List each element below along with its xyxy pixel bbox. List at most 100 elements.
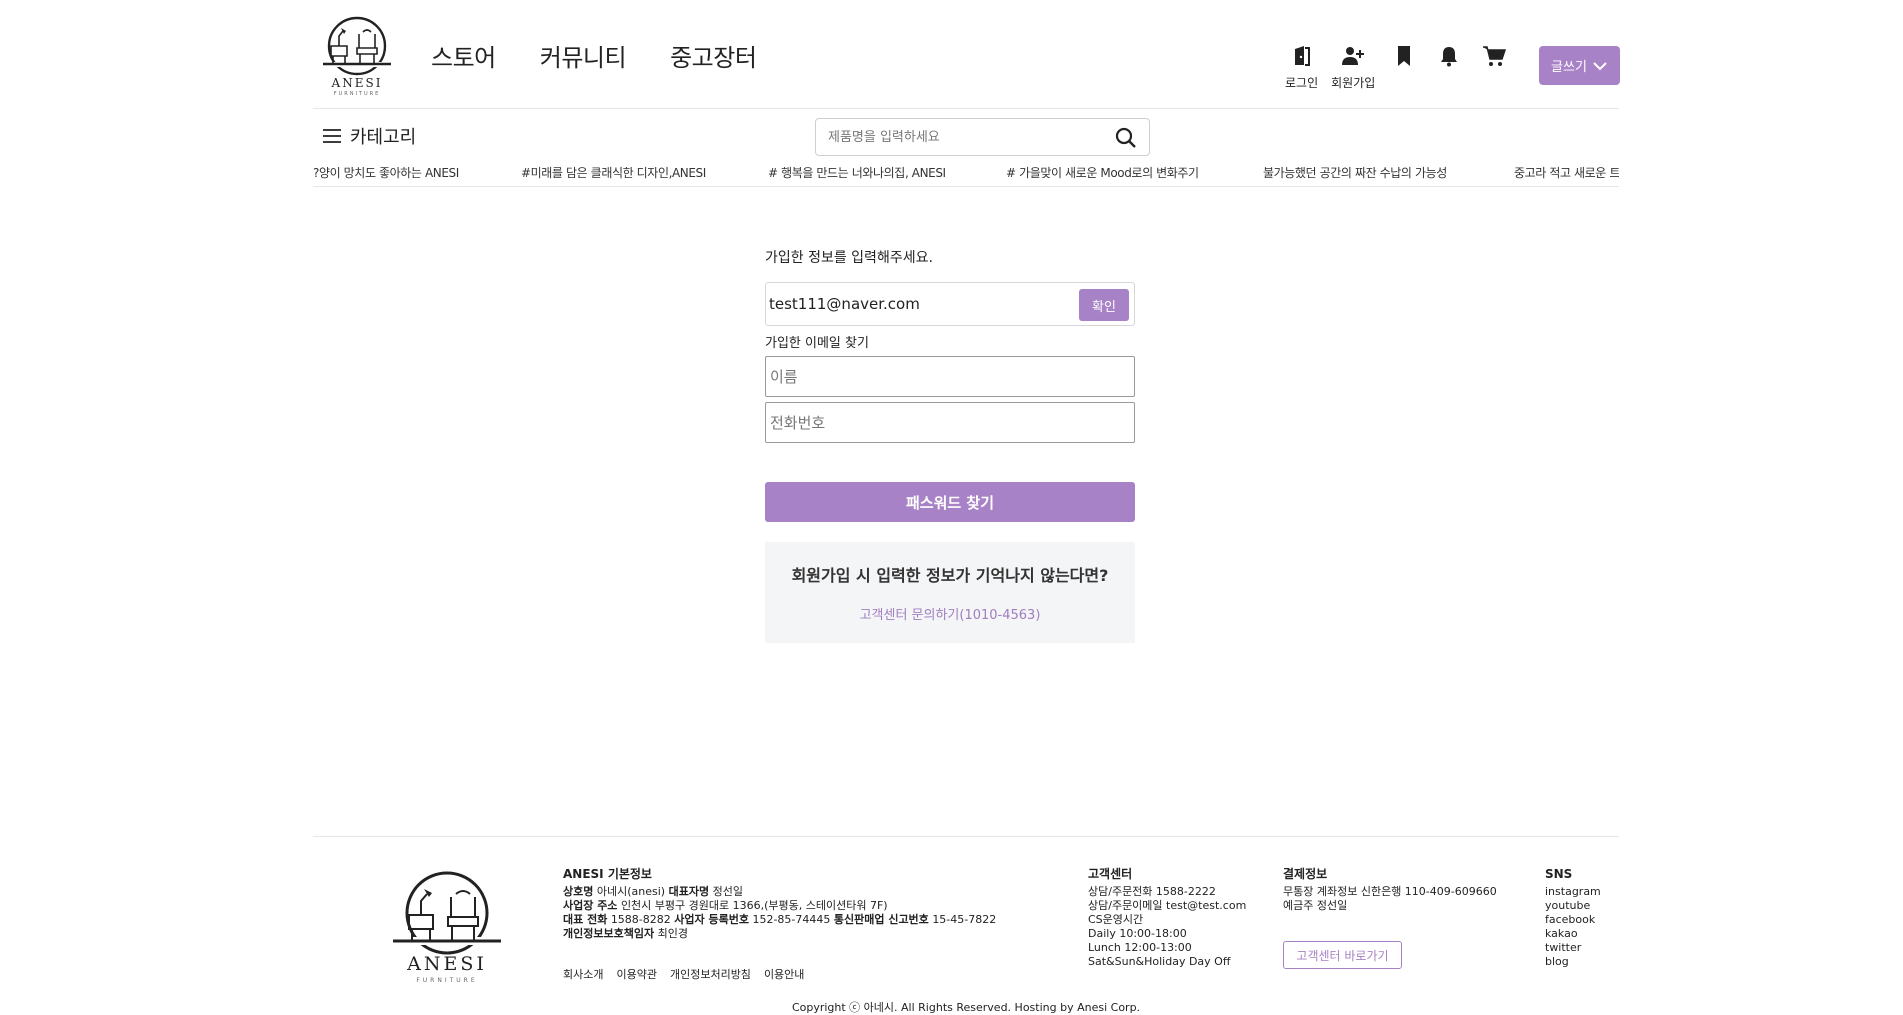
sns-link-youtube[interactable]: youtube xyxy=(1545,899,1601,913)
site-footer: ANESI FURNITURE ANESI 기본정보 상호명 아네시(anesi… xyxy=(313,836,1619,1015)
anesi-logo-icon xyxy=(323,16,391,76)
logo-sub-text: FURNITURE xyxy=(333,91,381,97)
footer-basic-info: ANESI 기본정보 상호명 아네시(anesi) 대표자명 정선일 사업장 주… xyxy=(563,867,996,941)
sns-title: SNS xyxy=(1545,867,1573,881)
main-nav: 스토어 커뮤니티 중고장터 xyxy=(431,38,800,73)
find-email-title: 가입한 이메일 찾기 xyxy=(765,336,869,351)
cs-title: 고객센터 xyxy=(1088,867,1133,881)
cs-line: 상담/주문이메일 test@test.com xyxy=(1088,899,1247,912)
copyright-text: Copyright ⓒ 아네시. All Rights Reserved. Ho… xyxy=(791,1001,1141,1014)
header-utilities: 로그인 회원가입 xyxy=(1285,44,1523,91)
sns-link-blog[interactable]: blog xyxy=(1545,955,1601,969)
chevron-down-icon xyxy=(1593,61,1607,70)
ticker-item[interactable]: #미래를 담은 클래식한 디자인,ANESI xyxy=(521,164,706,181)
sub-header: 카테고리 ?양이 망치도 좋아하는 ANESI #미래를 담은 클래식한 디자인… xyxy=(313,109,1619,187)
footer-link-about[interactable]: 회사소개 xyxy=(563,966,603,982)
ticker-item[interactable]: # 가을맞이 새로운 Mood로의 변화주기 xyxy=(1006,164,1199,181)
ticker-item[interactable]: 중고라 적고 새로운 트 xyxy=(1514,164,1619,181)
footer-links: 회사소개 이용약관 개인정보처리방침 이용안내 xyxy=(563,966,817,982)
signup-link[interactable]: 회원가입 xyxy=(1331,44,1375,91)
user-plus-icon xyxy=(1342,47,1365,65)
sns-link-facebook[interactable]: facebook xyxy=(1545,913,1601,927)
biz-key: 사업자 등록번호 xyxy=(674,913,749,926)
footer-payment-info: 결제정보 무통장 계좌정보 신한은행 110-409-609660 예금주 정선… xyxy=(1283,867,1497,913)
footer-link-terms[interactable]: 이용약관 xyxy=(616,966,656,982)
email-field[interactable] xyxy=(769,289,1069,319)
address-value: 인천시 부평구 경원대로 1366,(부평동, 스테이션타워 7F) xyxy=(620,899,888,912)
form-guide-text: 가입한 정보를 입력해주세요. xyxy=(765,250,933,266)
customer-center-button[interactable]: 고객센터 바로가기 xyxy=(1283,941,1402,969)
cs-line: CS운영시간 xyxy=(1088,913,1144,926)
ceo-key: 대표자명 xyxy=(668,885,710,898)
nav-store[interactable]: 스토어 xyxy=(431,38,496,73)
nav-used-market[interactable]: 중고장터 xyxy=(670,38,757,73)
phone-field[interactable] xyxy=(766,403,1134,442)
bookmark-icon xyxy=(1398,46,1411,66)
find-password-form: 가입한 정보를 입력해주세요. 확인 가입한 이메일 찾기 패스워드 찾기 회원… xyxy=(765,247,1135,643)
payment-line: 무통장 계좌정보 신한은행 110-409-609660 xyxy=(1283,885,1497,898)
ticker-item[interactable]: 불가능했던 공간의 짜잔 수납의 가능성 xyxy=(1263,164,1447,181)
category-label: 카테고리 xyxy=(350,127,417,148)
logo-brand-text: ANESI xyxy=(331,76,383,90)
sns-link-instagram[interactable]: instagram xyxy=(1545,885,1601,899)
sns-link-twitter[interactable]: twitter xyxy=(1545,941,1601,955)
basic-info-line: 사업장 주소 인천시 부평구 경원대로 1366,(부평동, 스테이션타워 7F… xyxy=(563,899,996,913)
ticker-item[interactable]: ?양이 망치도 좋아하는 ANESI xyxy=(313,164,459,181)
site-logo[interactable]: ANESI FURNITURE xyxy=(319,16,395,98)
email-input-group: 확인 xyxy=(765,282,1135,326)
privacy-value: 최인경 xyxy=(657,927,688,940)
door-login-icon xyxy=(1294,46,1310,66)
search-icon[interactable] xyxy=(1115,127,1137,149)
hamburger-icon xyxy=(323,129,341,143)
help-box: 회원가입 시 입력한 정보가 기억나지 않는다면? 고객센터 문의하기(1010… xyxy=(765,542,1135,643)
help-question: 회원가입 시 입력한 정보가 기억나지 않는다면? xyxy=(791,566,1109,585)
signup-label: 회원가입 xyxy=(1331,76,1376,90)
category-menu-button[interactable]: 카테고리 xyxy=(322,123,416,149)
bell-icon xyxy=(1441,47,1458,67)
confirm-button[interactable]: 확인 xyxy=(1079,289,1129,321)
sns-link-kakao[interactable]: kakao xyxy=(1545,927,1601,941)
cs-line: 상담/주문전화 1588-2222 xyxy=(1088,885,1216,898)
footer-link-privacy[interactable]: 개인정보처리방침 xyxy=(670,966,751,982)
privacy-key: 개인정보보호책임자 xyxy=(563,927,655,940)
footer-logo[interactable]: ANESI FURNITURE xyxy=(391,871,503,986)
phone-field-wrap xyxy=(765,402,1135,443)
name-field-wrap xyxy=(765,356,1135,397)
anesi-logo-icon xyxy=(393,871,501,955)
tel-value: 1588-8282 xyxy=(610,913,671,926)
notification-button[interactable] xyxy=(1433,44,1465,68)
login-link[interactable]: 로그인 xyxy=(1285,44,1318,91)
search-box xyxy=(815,118,1150,156)
bookmark-button[interactable] xyxy=(1388,44,1420,68)
ticker-item[interactable]: # 행복을 만드는 너와나의집, ANESI xyxy=(768,164,946,181)
company-key: 상호명 xyxy=(563,885,594,898)
write-label: 글쓰기 xyxy=(1551,60,1587,75)
name-field[interactable] xyxy=(766,357,1134,396)
search-input[interactable] xyxy=(828,119,1098,155)
login-label: 로그인 xyxy=(1285,76,1319,90)
footer-cs-info: 고객센터 상담/주문전화 1588-2222 상담/주문이메일 test@tes… xyxy=(1088,867,1246,969)
ceo-value: 정선일 xyxy=(712,885,743,898)
cs-line: Sat&Sun&Holiday Day Off xyxy=(1088,955,1231,968)
address-key: 사업장 주소 xyxy=(563,899,618,912)
keyword-ticker: ?양이 망치도 좋아하는 ANESI #미래를 담은 클래식한 디자인,ANES… xyxy=(313,164,1619,184)
basic-info-line: 상호명 아네시(anesi) 대표자명 정선일 xyxy=(563,885,996,899)
write-button[interactable]: 글쓰기 xyxy=(1539,46,1620,85)
cs-line: Lunch 12:00-13:00 xyxy=(1088,941,1192,954)
nav-community[interactable]: 커뮤니티 xyxy=(540,38,627,73)
basic-info-line: 개인정보보호책임자 최인경 xyxy=(563,927,996,941)
site-header: ANESI FURNITURE 스토어 커뮤니티 중고장터 로그인 회원가입 글… xyxy=(313,0,1620,109)
cart-icon xyxy=(1483,46,1507,66)
customer-center-link[interactable]: 고객센터 문의하기(1010-4563) xyxy=(860,604,1041,623)
basic-info-line: 대표 전화 1588-8282 사업자 등록번호 152-85-74445 통신… xyxy=(563,913,996,927)
company-value: 아네시(anesi) xyxy=(596,885,666,898)
basic-info-title: ANESI 기본정보 xyxy=(563,867,652,881)
footer-brand-sub: FURNITURE xyxy=(416,977,478,984)
payment-title: 결제정보 xyxy=(1283,867,1328,881)
biz-value: 152-85-74445 xyxy=(752,913,831,926)
tel-key: 대표 전화 xyxy=(563,913,608,926)
cart-button[interactable] xyxy=(1478,44,1510,68)
mail-order-key: 통신판매업 신고번호 xyxy=(833,913,929,926)
footer-link-guide[interactable]: 이용안내 xyxy=(764,966,804,982)
find-password-button[interactable]: 패스워드 찾기 xyxy=(765,482,1135,522)
